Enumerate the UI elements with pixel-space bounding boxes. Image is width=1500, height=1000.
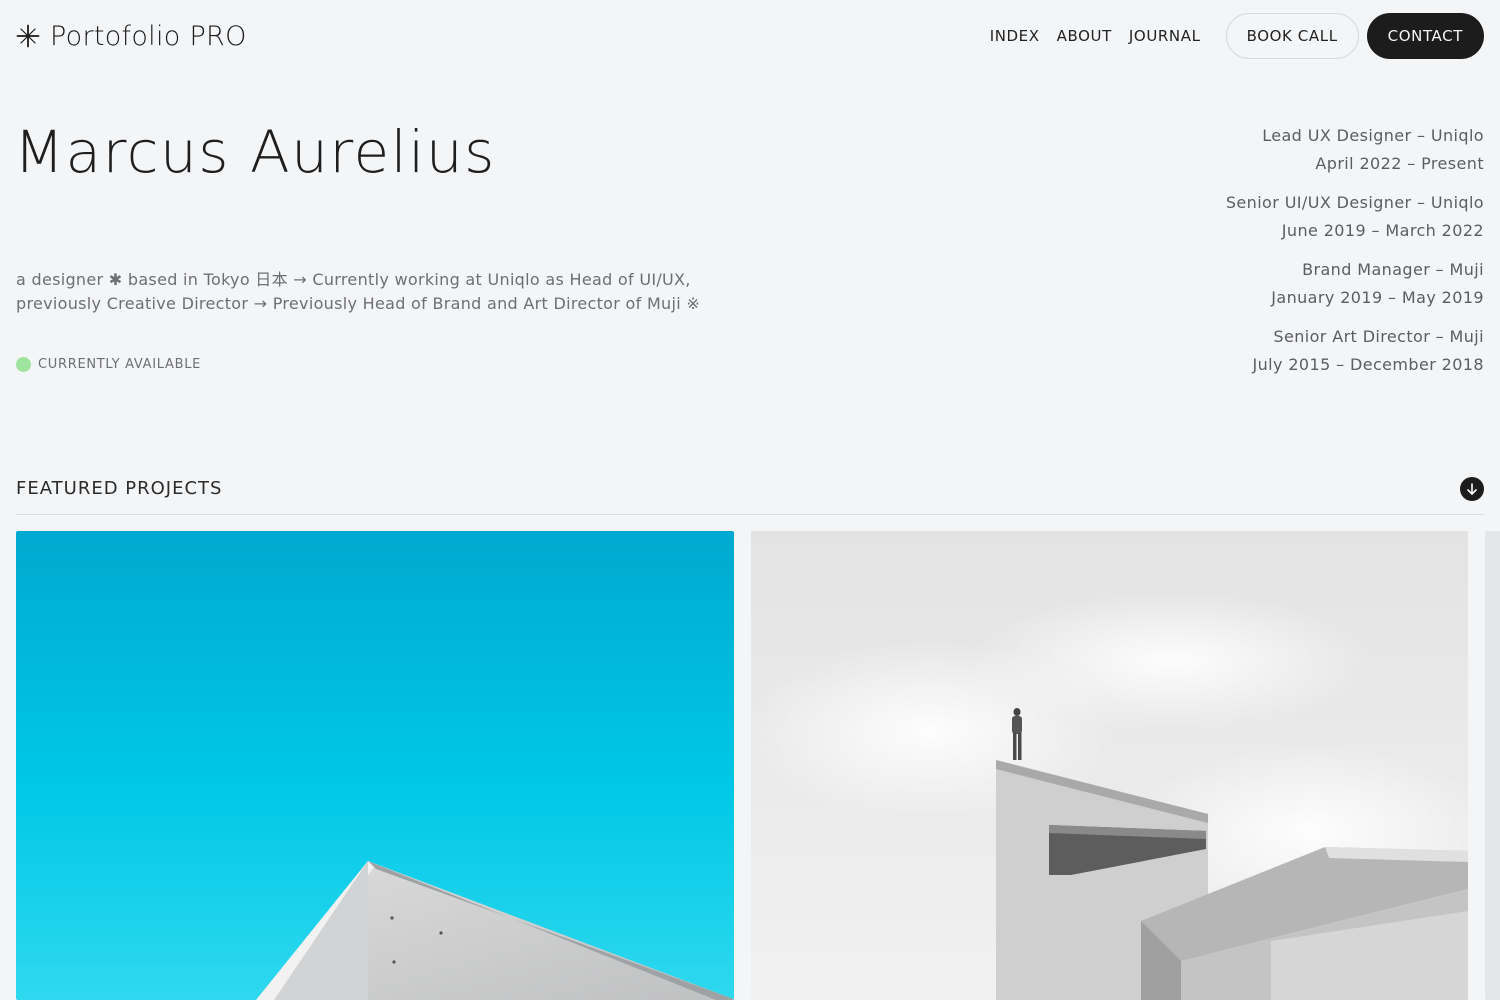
- experience-list: Lead UX Designer – Uniqlo April 2022 – P…: [1226, 122, 1484, 390]
- experience-role: Senior UI/UX Designer – Uniqlo: [1225, 193, 1484, 212]
- contact-button[interactable]: CONTACT: [1366, 13, 1484, 59]
- project-card[interactable]: [751, 531, 1468, 1000]
- availability-status: CURRENTLY AVAILABLE: [16, 357, 201, 372]
- status-label: CURRENTLY AVAILABLE: [38, 357, 202, 372]
- site-header: Portofolio PRO INDEX ABOUT JOURNAL BOOK …: [16, 13, 1484, 59]
- project-card[interactable]: [1485, 531, 1500, 1000]
- main-nav: INDEX ABOUT JOURNAL BOOK CALL CONTACT: [990, 13, 1484, 59]
- project-image: [16, 531, 734, 1000]
- asterisk-star-icon: [16, 24, 40, 48]
- experience-item: Lead UX Designer – Uniqlo April 2022 – P…: [1226, 122, 1484, 178]
- logo[interactable]: Portofolio PRO: [16, 21, 247, 52]
- project-carousel: [16, 531, 1500, 1000]
- scroll-down-button[interactable]: [1460, 477, 1484, 501]
- experience-dates: January 2019 – May 2019: [1271, 288, 1484, 307]
- bio-text: a designer ✱ based in Tokyo 日本 → Current…: [16, 270, 701, 313]
- nav-about[interactable]: ABOUT: [1057, 27, 1112, 45]
- experience-role: Senior Art Director – Muji: [1273, 327, 1484, 346]
- experience-dates: April 2022 – Present: [1315, 154, 1484, 173]
- brand-name: Portofolio PRO: [50, 20, 247, 52]
- experience-role: Lead UX Designer – Uniqlo: [1262, 126, 1484, 145]
- nav-journal[interactable]: JOURNAL: [1129, 27, 1201, 45]
- project-card[interactable]: [16, 531, 734, 1000]
- status-dot-icon: [16, 357, 31, 372]
- featured-projects-header: FEATURED PROJECTS: [16, 476, 1484, 515]
- experience-dates: July 2015 – December 2018: [1252, 355, 1484, 374]
- book-call-button[interactable]: BOOK CALL: [1225, 13, 1359, 59]
- experience-item: Brand Manager – Muji January 2019 – May …: [1226, 256, 1484, 312]
- experience-item: Senior Art Director – Muji July 2015 – D…: [1226, 323, 1484, 379]
- page-title: Marcus Aurelius: [14, 118, 496, 186]
- experience-role: Brand Manager – Muji: [1302, 260, 1484, 279]
- experience-item: Senior UI/UX Designer – Uniqlo June 2019…: [1226, 189, 1484, 245]
- nav-index[interactable]: INDEX: [990, 27, 1040, 45]
- experience-dates: June 2019 – March 2022: [1281, 221, 1484, 240]
- project-image: [751, 531, 1468, 1000]
- arrow-down-icon: [1467, 483, 1477, 495]
- section-title: FEATURED PROJECTS: [16, 478, 223, 499]
